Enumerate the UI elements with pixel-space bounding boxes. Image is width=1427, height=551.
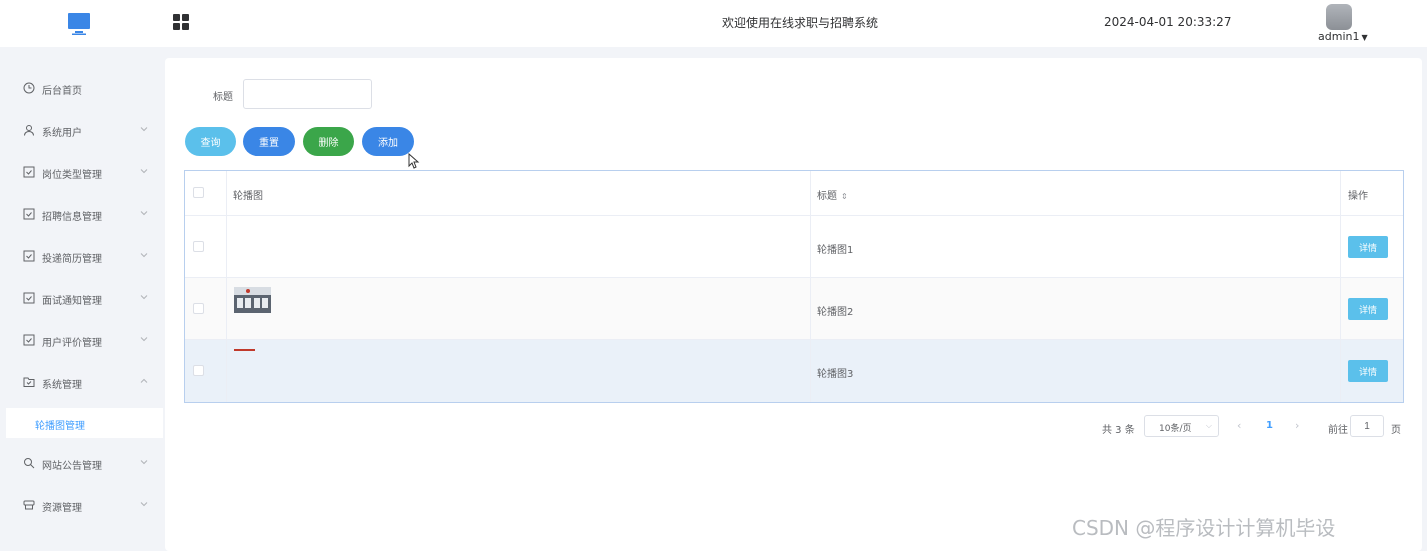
column-header-image: 轮播图	[233, 191, 263, 202]
goto-label: 前往	[1328, 425, 1348, 436]
table-row: 轮播图1 详情	[185, 216, 1403, 278]
carousel-table: 轮播图 标题 ⇕ 操作 轮播图1 详情 轮播图2 详情 轮播图3 详情	[184, 170, 1404, 403]
chevron-down-icon	[140, 295, 148, 300]
prev-page-button[interactable]: ‹	[1237, 419, 1241, 432]
sidebar-item-label: 用户评价管理	[42, 338, 102, 349]
column-divider	[226, 171, 227, 402]
sidebar: 后台首页 系统用户 岗位类型管理 招聘信息管理 投递简历管理 面试通知管理 用户…	[0, 47, 163, 551]
sidebar-item-label: 招聘信息管理	[42, 212, 102, 223]
sidebar-item-label: 面试通知管理	[42, 296, 102, 307]
sidebar-item-system-users[interactable]: 系统用户	[0, 116, 163, 146]
table-header-row: 轮播图 标题 ⇕ 操作	[185, 171, 1403, 216]
detail-button[interactable]: 详情	[1348, 298, 1388, 320]
watermark: CSDN @程序设计计算机毕设	[1072, 516, 1336, 540]
checkbox-icon	[23, 292, 35, 304]
sidebar-item-dashboard[interactable]: 后台首页	[0, 74, 163, 104]
column-divider	[810, 171, 811, 402]
resource-icon	[23, 500, 35, 510]
table-row: 轮播图3 详情	[185, 340, 1403, 402]
goto-suffix: 页	[1391, 425, 1401, 436]
chevron-down-icon	[140, 502, 148, 507]
sidebar-subitem-label: 轮播图管理	[35, 421, 85, 432]
query-button[interactable]: 查询	[185, 127, 236, 156]
carousel-thumbnail	[234, 287, 271, 313]
add-button[interactable]: 添加	[362, 127, 414, 156]
top-header: 欢迎使用在线求职与招聘系统 2024-04-01 20:33:27 admin1…	[0, 0, 1427, 47]
delete-button[interactable]: 删除	[303, 127, 354, 156]
avatar[interactable]	[1326, 4, 1352, 30]
row-title: 轮播图1	[817, 245, 854, 256]
reset-button[interactable]: 重置	[243, 127, 295, 156]
sidebar-item-label: 资源管理	[42, 503, 82, 514]
chevron-down-icon	[140, 127, 148, 132]
checkbox-icon	[23, 166, 35, 178]
pagination-total: 共 3 条	[1102, 425, 1135, 436]
row-title: 轮播图3	[817, 369, 854, 380]
sidebar-item-announcements[interactable]: 网站公告管理	[0, 449, 163, 479]
sidebar-item-reviews[interactable]: 用户评价管理	[0, 326, 163, 356]
user-icon	[24, 125, 34, 136]
menu-toggle-icon[interactable]	[173, 14, 189, 30]
datetime-display: 2024-04-01 20:33:27	[1104, 15, 1232, 29]
column-header-title-label: 标题	[817, 191, 837, 202]
carousel-thumbnail	[234, 349, 255, 351]
column-divider	[1340, 171, 1341, 402]
column-header-actions: 操作	[1348, 191, 1368, 202]
goto-page-input[interactable]	[1350, 415, 1384, 437]
row-checkbox[interactable]	[193, 303, 204, 314]
chevron-down-icon	[140, 211, 148, 216]
sidebar-subitem-carousel[interactable]: 轮播图管理	[6, 408, 163, 438]
search-label: 标题	[213, 92, 233, 103]
sidebar-item-resources[interactable]: 资源管理	[0, 491, 163, 521]
welcome-title: 欢迎使用在线求职与招聘系统	[721, 16, 878, 30]
checkbox-icon	[23, 250, 35, 262]
mouse-cursor-icon	[408, 153, 420, 169]
sidebar-item-system-management[interactable]: 系统管理	[0, 368, 163, 398]
row-checkbox[interactable]	[193, 365, 204, 376]
column-header-title[interactable]: 标题 ⇕	[817, 187, 848, 202]
detail-button[interactable]: 详情	[1348, 360, 1388, 382]
sidebar-item-label: 网站公告管理	[42, 461, 102, 472]
chevron-down-icon	[140, 169, 148, 174]
row-checkbox[interactable]	[193, 241, 204, 252]
sidebar-item-label: 系统管理	[42, 380, 82, 391]
title-search-input[interactable]	[243, 79, 372, 109]
sidebar-item-interviews[interactable]: 面试通知管理	[0, 284, 163, 314]
sort-icon[interactable]: ⇕	[841, 192, 848, 201]
clock-icon	[23, 82, 35, 94]
sidebar-item-resumes[interactable]: 投递简历管理	[0, 242, 163, 272]
table-row: 轮播图2 详情	[185, 278, 1403, 340]
sidebar-item-label: 后台首页	[42, 86, 82, 97]
chevron-down-icon	[140, 460, 148, 465]
chevron-up-icon	[140, 378, 148, 383]
user-dropdown[interactable]: admin1 ▼	[1318, 30, 1368, 43]
page-size-select[interactable]: 10条/页 ⌵	[1144, 415, 1219, 437]
checkbox-icon	[23, 208, 35, 220]
sidebar-item-label: 投递简历管理	[42, 254, 102, 265]
sidebar-item-job-postings[interactable]: 招聘信息管理	[0, 200, 163, 230]
chevron-down-icon	[140, 337, 148, 342]
chevron-down-icon: ⌵	[1205, 421, 1212, 430]
select-all-checkbox[interactable]	[193, 187, 204, 198]
chevron-down-icon	[140, 253, 148, 258]
folder-icon	[23, 377, 35, 387]
sidebar-item-label: 系统用户	[42, 128, 82, 139]
detail-button[interactable]: 详情	[1348, 236, 1388, 258]
sidebar-item-job-types[interactable]: 岗位类型管理	[0, 158, 163, 188]
main-panel: 标题 查询 重置 删除 添加 轮播图 标题 ⇕ 操作 轮播图1 详情 轮播图2 …	[165, 58, 1422, 551]
page-size-value: 10条/页	[1159, 424, 1192, 434]
page-number-button[interactable]: 1	[1266, 420, 1273, 431]
checkbox-icon	[23, 334, 35, 346]
row-title: 轮播图2	[817, 307, 854, 318]
announcement-icon	[24, 458, 35, 469]
next-page-button[interactable]: ›	[1295, 419, 1299, 432]
caret-down-icon: ▼	[1361, 33, 1368, 42]
sidebar-item-label: 岗位类型管理	[42, 170, 102, 181]
username: admin1	[1318, 30, 1360, 43]
monitor-icon	[68, 13, 90, 35]
